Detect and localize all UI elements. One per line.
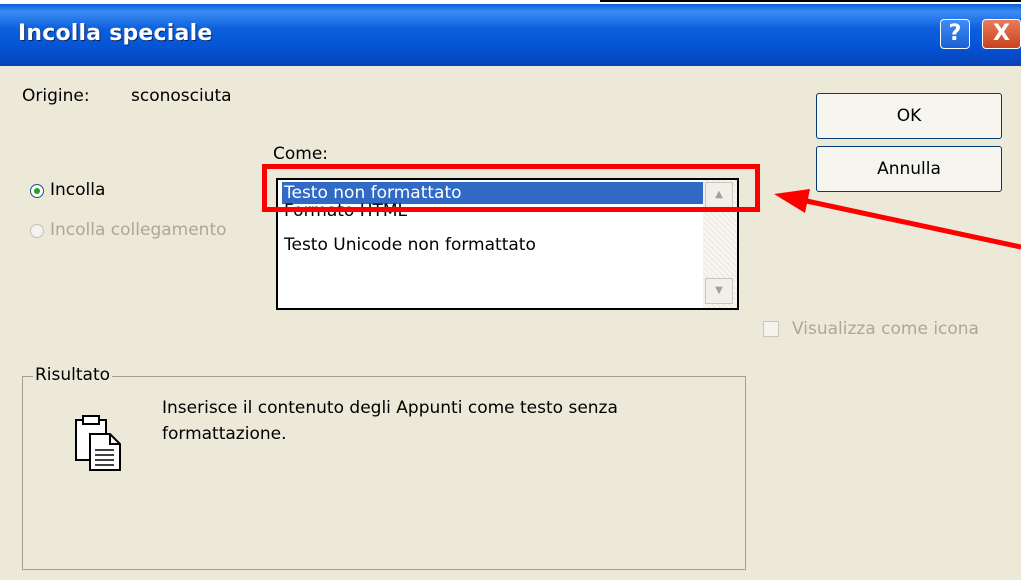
annotation-highlight-box [262,164,760,212]
paste-special-dialog: Incolla speciale ? X Origine: sconosciut… [0,4,1021,580]
scroll-down-icon: ▼ [715,285,723,296]
dialog-title: Incolla speciale [18,21,213,46]
source-value: sconosciuta [131,86,232,106]
result-description-line1: Inserisce il contenuto degli Appunti com… [162,398,618,418]
screenshot-top-edge [600,0,1021,2]
display-as-icon-checkbox[interactable] [763,321,779,337]
clipboard-icon [68,412,128,472]
paste-radio-label[interactable]: Incolla [50,180,105,200]
help-icon: ? [948,21,962,46]
scroll-down-button[interactable]: ▼ [705,278,733,304]
paste-link-radio[interactable] [30,224,44,238]
as-label: Come: [273,144,329,164]
help-button[interactable]: ? [940,19,970,49]
title-bar: Incolla speciale ? X [0,4,1021,66]
paste-radio[interactable] [30,184,44,198]
source-label: Origine: [22,86,90,106]
display-as-icon-label[interactable]: Visualizza come icona [792,319,979,339]
ok-button[interactable]: OK [816,93,1002,139]
result-label: Risultato [33,365,113,385]
close-button[interactable]: X [982,19,1021,49]
annotation-arrow [770,185,1021,279]
format-item-unicode-text[interactable]: Testo Unicode non formattato [284,234,536,256]
result-description-line2: formattazione. [162,424,287,444]
close-icon: X [993,21,1010,46]
paste-link-radio-label[interactable]: Incolla collegamento [50,220,227,240]
